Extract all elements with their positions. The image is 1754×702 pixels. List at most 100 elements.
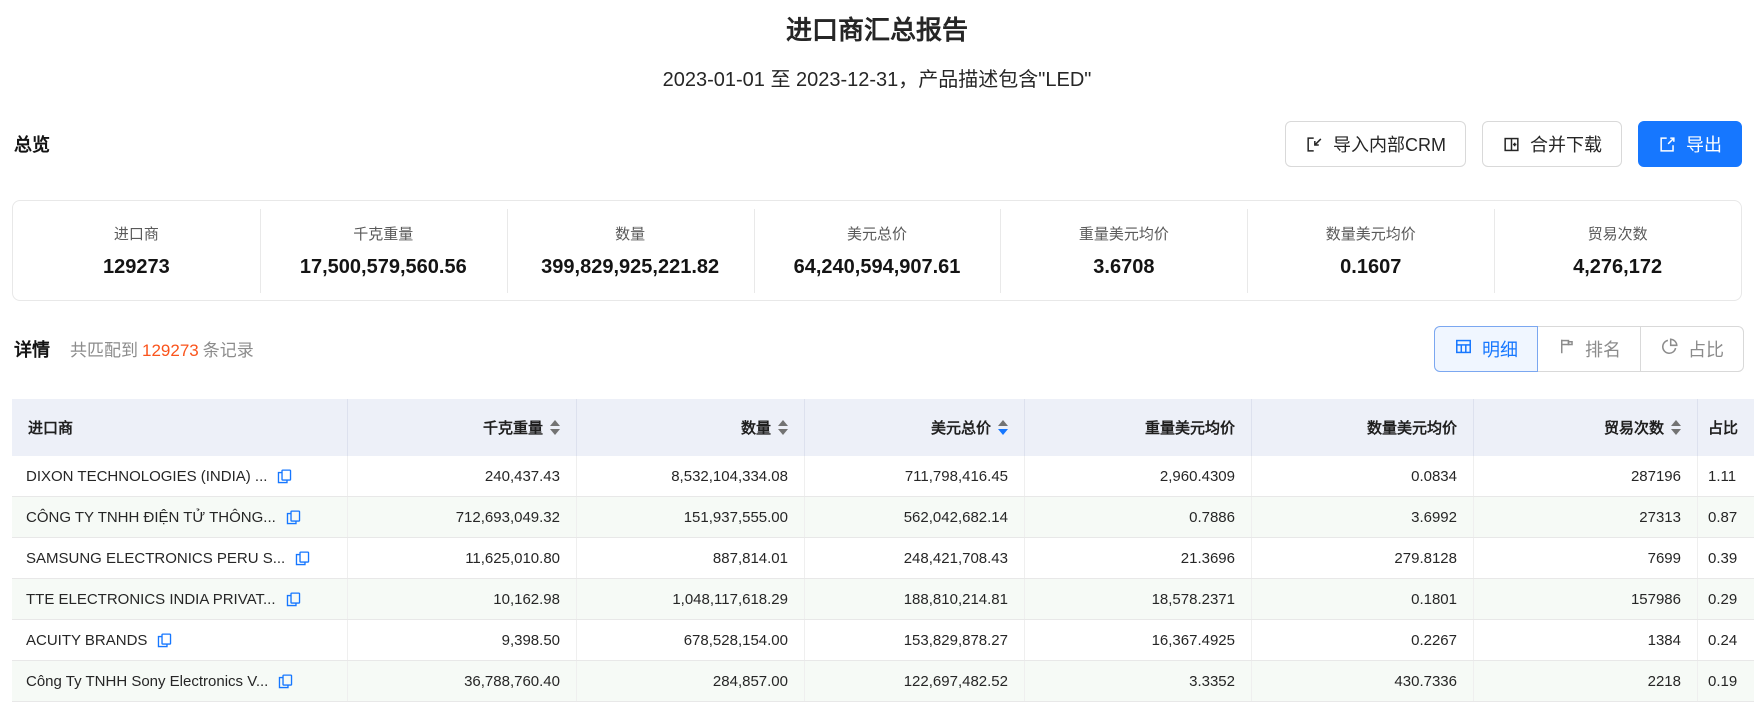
tab-ranking-label: 排名	[1585, 340, 1621, 360]
details-section-title: 详情	[14, 340, 50, 360]
stat-cell: 重量美元均价 3.6708	[1000, 208, 1247, 293]
copy-icon[interactable]	[277, 673, 294, 690]
table-row: SAMSUNG ELECTRONICS PERU S... 11,625,010.…	[12, 538, 1754, 579]
stat-label: 数量	[615, 225, 646, 243]
stat-value: 3.6708	[1093, 255, 1155, 278]
copy-icon[interactable]	[285, 591, 302, 608]
merge-download-button[interactable]: 合并下载	[1482, 121, 1622, 167]
importer-name-cell: ACUITY BRANDS	[12, 620, 347, 660]
importer-name-cell: CÔNG TY TNHH ĐIỆN TỬ THÔNG...	[12, 497, 347, 537]
value-cell: 0.24	[1697, 620, 1754, 660]
value-cell: 2,960.4309	[1024, 456, 1251, 496]
copy-icon[interactable]	[294, 550, 311, 567]
importer-name[interactable]: CÔNG TY TNHH ĐIỆN TỬ THÔNG...	[26, 509, 276, 526]
stat-cell: 数量美元均价 0.1607	[1247, 208, 1494, 293]
table-row: CÔNG TY TNHH ĐIỆN TỬ THÔNG... 712,693,049…	[12, 497, 1754, 538]
match-prefix: 共匹配到	[70, 341, 138, 360]
stat-cell: 千克重量 17,500,579,560.56	[259, 208, 507, 293]
merge-download-label: 合并下载	[1530, 135, 1602, 155]
export-button[interactable]: 导出	[1638, 121, 1742, 167]
value-cell: 562,042,682.14	[804, 497, 1024, 537]
import-crm-button[interactable]: 导入内部CRM	[1285, 121, 1466, 167]
value-cell: 887,814.01	[576, 538, 804, 578]
stat-cell: 数量 399,829,925,221.82	[506, 208, 754, 293]
value-cell: 18,578.2371	[1024, 579, 1251, 619]
stat-value: 64,240,594,907.61	[793, 255, 961, 278]
match-suffix: 条记录	[202, 341, 254, 360]
importer-name[interactable]: DIXON TECHNOLOGIES (INDIA) ...	[26, 468, 267, 485]
copy-icon[interactable]	[276, 468, 293, 485]
importer-name[interactable]: ACUITY BRANDS	[26, 632, 147, 649]
value-cell: 3.6992	[1251, 497, 1473, 537]
value-cell: 0.1801	[1251, 579, 1473, 619]
column-header-label: 重量美元均价	[1144, 420, 1235, 437]
tab-detail-label: 明细	[1482, 340, 1518, 360]
column-header: 占比	[1697, 399, 1754, 456]
column-header-label: 数量美元均价	[1366, 420, 1457, 437]
column-header[interactable]: 贸易次数	[1473, 399, 1697, 456]
sort-caret-icon[interactable]	[550, 420, 560, 435]
importer-name-cell: Công Ty TNHH Sony Electronics V...	[12, 661, 347, 701]
stat-value: 17,500,579,560.56	[299, 255, 467, 278]
column-header: 数量美元均价	[1251, 399, 1473, 456]
overview-actions: 导入内部CRM 合并下载 导出	[1285, 121, 1742, 167]
stat-value: 0.1607	[1340, 255, 1402, 278]
value-cell: 11,625,010.80	[347, 538, 576, 578]
column-header[interactable]: 美元总价	[804, 399, 1024, 456]
value-cell: 1.11	[1697, 456, 1754, 496]
stat-label: 千克重量	[353, 225, 414, 243]
value-cell: 430.7336	[1251, 661, 1473, 701]
stat-label: 贸易次数	[1587, 225, 1648, 243]
importer-name-cell: TTE ELECTRONICS INDIA PRIVAT...	[12, 579, 347, 619]
export-icon	[1658, 135, 1677, 154]
tab-proportion[interactable]: 占比	[1640, 326, 1744, 372]
export-label: 导出	[1686, 135, 1722, 155]
importer-name-cell: DIXON TECHNOLOGIES (INDIA) ...	[12, 456, 347, 496]
value-cell: 2218	[1473, 661, 1697, 701]
column-header-label: 进口商	[28, 420, 74, 437]
value-cell: 1384	[1473, 620, 1697, 660]
table-header-row: 进口商 千克重量 数量 美元总价 重量美元均价 数量美元均价 贸易次数 占比	[12, 399, 1754, 456]
value-cell: 678,528,154.00	[576, 620, 804, 660]
copy-icon[interactable]	[156, 632, 173, 649]
column-header-label: 千克重量	[482, 420, 543, 437]
column-header: 进口商	[12, 399, 347, 456]
sort-caret-icon[interactable]	[778, 420, 788, 435]
value-cell: 0.29	[1697, 579, 1754, 619]
value-cell: 0.7886	[1024, 497, 1251, 537]
ranking-icon	[1557, 337, 1576, 361]
overview-section-title: 总览	[14, 135, 50, 155]
value-cell: 21.3696	[1024, 538, 1251, 578]
importer-name[interactable]: TTE ELECTRONICS INDIA PRIVAT...	[26, 591, 276, 608]
report-subtitle: 2023-01-01 至 2023-12-31，产品描述包含"LED"	[662, 69, 1092, 91]
tab-detail[interactable]: 明细	[1434, 326, 1538, 372]
value-cell: 1,048,117,618.29	[576, 579, 804, 619]
table-row: ACUITY BRANDS 9,398.50 678,528,154.00 153,8…	[12, 620, 1754, 661]
import-icon	[1305, 135, 1324, 154]
importer-name[interactable]: SAMSUNG ELECTRONICS PERU S...	[26, 550, 285, 567]
value-cell: 7699	[1473, 538, 1697, 578]
copy-icon[interactable]	[285, 509, 302, 526]
column-header: 重量美元均价	[1024, 399, 1251, 456]
column-header-label: 贸易次数	[1603, 420, 1664, 437]
column-header[interactable]: 数量	[576, 399, 804, 456]
import-crm-label: 导入内部CRM	[1333, 135, 1446, 155]
value-cell: 153,829,878.27	[804, 620, 1024, 660]
tab-ranking[interactable]: 排名	[1537, 326, 1641, 372]
page-title: 进口商汇总报告	[785, 15, 968, 45]
importer-name[interactable]: Công Ty TNHH Sony Electronics V...	[26, 673, 268, 690]
sort-caret-icon[interactable]	[1671, 420, 1681, 435]
column-header[interactable]: 千克重量	[347, 399, 576, 456]
value-cell: 157986	[1473, 579, 1697, 619]
stat-label: 美元总价	[847, 225, 908, 243]
value-cell: 0.39	[1697, 538, 1754, 578]
value-cell: 122,697,482.52	[804, 661, 1024, 701]
value-cell: 248,421,708.43	[804, 538, 1024, 578]
table-row: TTE ELECTRONICS INDIA PRIVAT... 10,162.98…	[12, 579, 1754, 620]
value-cell: 0.87	[1697, 497, 1754, 537]
sort-caret-icon[interactable]	[998, 420, 1008, 435]
value-cell: 8,532,104,334.08	[576, 456, 804, 496]
stats-bar: 进口商 129273 千克重量 17,500,579,560.56 数量 399,829,…	[12, 200, 1742, 301]
stat-cell: 贸易次数 4,276,172	[1494, 208, 1741, 293]
value-cell: 10,162.98	[347, 579, 576, 619]
